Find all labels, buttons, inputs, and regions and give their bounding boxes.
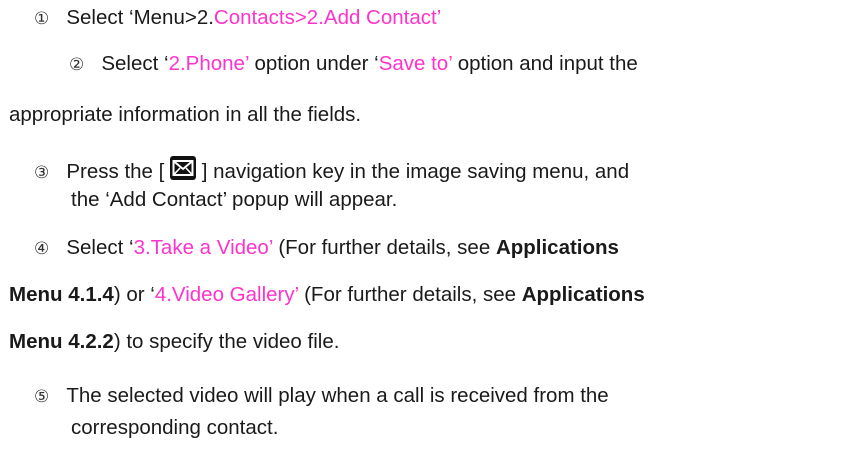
step-text: appropriate information in all the field… bbox=[9, 103, 362, 126]
step-text: option and input the bbox=[452, 52, 638, 75]
reference-bold: Applications bbox=[495, 236, 619, 259]
step-text: Press the [ bbox=[66, 160, 165, 183]
step-text: the ‘Add Contact’ popup will appear. bbox=[71, 188, 398, 211]
option-highlight: Save to’ bbox=[378, 52, 452, 75]
step-text: ) to specify the video file. bbox=[113, 330, 340, 353]
step-text: option under ‘ bbox=[248, 52, 379, 75]
option-highlight: 4.Video Gallery’ bbox=[154, 283, 299, 306]
step-number: ③ bbox=[34, 163, 50, 183]
step-number: ④ bbox=[34, 239, 50, 259]
step-5-line: ⑤ The selected video will play when a ca… bbox=[34, 384, 609, 409]
step-3-line: ③ Press the [ ] navigation key in the im… bbox=[34, 156, 629, 185]
reference-bold: Applications bbox=[521, 283, 645, 306]
step-number: ⑤ bbox=[34, 387, 50, 407]
step-text: Select ‘ bbox=[101, 52, 169, 75]
step-text: Select ‘ bbox=[66, 236, 134, 259]
envelope-icon bbox=[170, 156, 197, 180]
option-highlight: 2.Phone’ bbox=[168, 52, 249, 75]
step-text: ) or ‘ bbox=[113, 283, 155, 306]
option-highlight: 3.Take a Video’ bbox=[133, 236, 273, 259]
step-4-continuation-1: Menu 4.1.4) or ‘4.Video Gallery’ (For fu… bbox=[9, 283, 645, 307]
step-4-continuation-2: Menu 4.2.2) to specify the video file. bbox=[9, 330, 339, 354]
step-4-line: ④ Select ‘3.Take a Video’ (For further d… bbox=[34, 236, 619, 261]
step-number: ① bbox=[34, 9, 50, 29]
step-text: ] navigation key in the image saving men… bbox=[201, 160, 630, 183]
step-text: (For further details, see bbox=[298, 283, 522, 306]
step-number: ② bbox=[69, 55, 85, 75]
step-2-line: ② Select ‘2.Phone’ option under ‘Save to… bbox=[69, 52, 638, 77]
step-3-continuation: the ‘Add Contact’ popup will appear. bbox=[71, 188, 397, 212]
step-2-continuation: appropriate information in all the field… bbox=[9, 103, 361, 127]
step-1-line: ① Select ‘Menu>2.Contacts>2.Add Contact’ bbox=[34, 6, 441, 31]
reference-bold: Menu 4.1.4 bbox=[9, 283, 114, 306]
reference-bold: Menu 4.2.2 bbox=[9, 330, 114, 353]
menu-path-highlight: Contacts>2.Add Contact’ bbox=[213, 6, 442, 29]
step-text: Select ‘Menu>2. bbox=[66, 6, 214, 29]
step-text: corresponding contact. bbox=[71, 416, 279, 439]
step-text: The selected video will play when a call… bbox=[66, 384, 609, 407]
step-text: (For further details, see bbox=[272, 236, 496, 259]
step-5-continuation: corresponding contact. bbox=[71, 416, 278, 440]
